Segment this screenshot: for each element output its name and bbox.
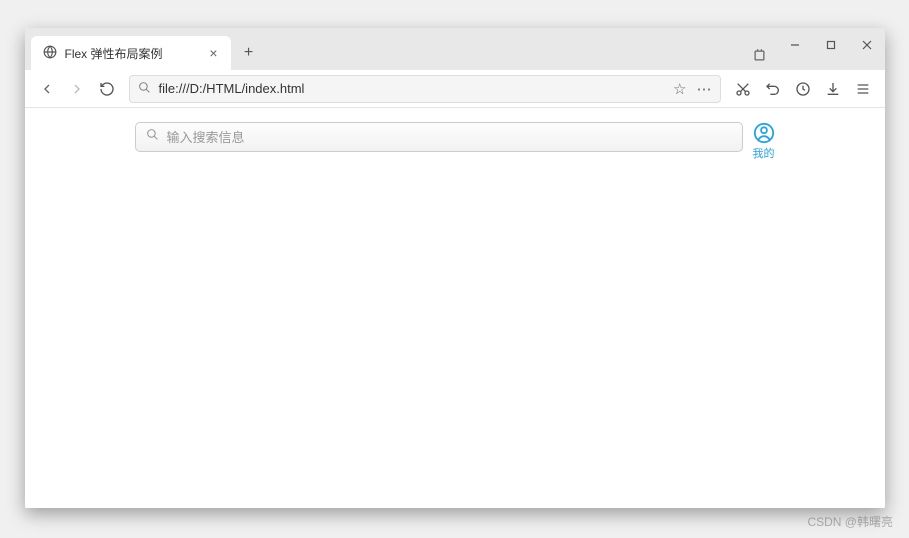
search-icon <box>146 128 159 146</box>
globe-icon <box>43 45 57 62</box>
profile-button[interactable]: 我的 <box>753 122 775 161</box>
forward-button[interactable] <box>63 75 91 103</box>
browser-tab[interactable]: Flex 弹性布局案例 × <box>31 36 231 70</box>
maximize-button[interactable] <box>813 30 849 60</box>
browser-window: Flex 弹性布局案例 × + <box>25 28 885 508</box>
tab-close-button[interactable]: × <box>206 45 220 61</box>
download-button[interactable] <box>819 75 847 103</box>
url-more-button[interactable]: ⋯ <box>697 80 712 98</box>
search-row: 我的 <box>135 122 775 161</box>
watermark: CSDN @韩曙亮 <box>807 513 893 530</box>
cut-button[interactable] <box>729 75 757 103</box>
tab-title: Flex 弹性布局案例 <box>65 45 199 62</box>
extensions-button[interactable] <box>743 40 777 70</box>
profile-icon <box>753 122 775 144</box>
navbar: file:///D:/HTML/index.html ☆ ⋯ <box>25 70 885 108</box>
back-button[interactable] <box>33 75 61 103</box>
profile-label: 我的 <box>753 145 775 161</box>
search-box[interactable] <box>135 122 743 152</box>
new-tab-button[interactable]: + <box>235 39 263 67</box>
url-text: file:///D:/HTML/index.html <box>159 81 666 96</box>
search-input[interactable] <box>167 130 732 145</box>
reload-button[interactable] <box>93 75 121 103</box>
menu-button[interactable] <box>849 75 877 103</box>
bookmark-star-button[interactable]: ☆ <box>673 80 686 98</box>
window-close-button[interactable] <box>849 30 885 60</box>
titlebar: Flex 弹性布局案例 × + <box>25 28 885 70</box>
search-icon <box>138 81 151 97</box>
minimize-button[interactable] <box>777 30 813 60</box>
undo-button[interactable] <box>759 75 787 103</box>
page-content: 我的 <box>25 108 885 508</box>
window-controls <box>777 28 885 70</box>
history-button[interactable] <box>789 75 817 103</box>
url-bar[interactable]: file:///D:/HTML/index.html ☆ ⋯ <box>129 75 721 103</box>
